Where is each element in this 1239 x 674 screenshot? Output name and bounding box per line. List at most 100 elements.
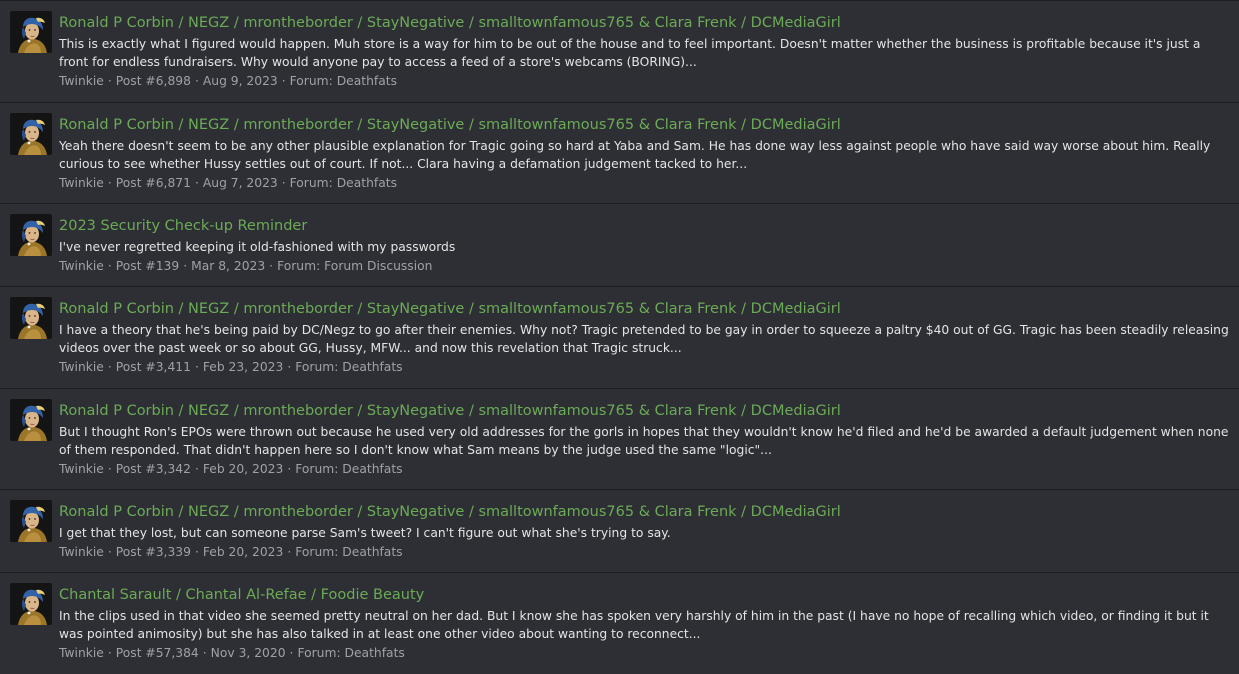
thread-title-link[interactable]: 2023 Security Check-up Reminder: [59, 216, 1233, 236]
thread-title-link[interactable]: Ronald P Corbin / NEGZ / mrontheborder /…: [59, 401, 1233, 421]
post-meta: Twinkie · Post #6,898 · Aug 9, 2023 · Forum: D…: [59, 72, 1233, 90]
avatar-icon[interactable]: [10, 500, 52, 542]
search-result: Ronald P Corbin / NEGZ / mrontheborder /…: [0, 1, 1239, 103]
separator: ·: [289, 646, 294, 660]
avatar-image: [10, 214, 52, 256]
thread-title-link[interactable]: Ronald P Corbin / NEGZ / mrontheborder /…: [59, 502, 1233, 522]
result-body: Chantal Sarault / Chantal Al-Refae / Foo…: [59, 585, 1233, 662]
avatar-image: [10, 399, 52, 441]
separator: ·: [107, 646, 112, 660]
author-link[interactable]: Twinkie: [59, 462, 104, 476]
post-number: Post #3,339: [115, 545, 191, 559]
post-number: Post #6,898: [115, 74, 191, 88]
forum-label: Forum:: [289, 176, 333, 190]
search-results-list: Ronald P Corbin / NEGZ / mrontheborder /…: [0, 0, 1239, 674]
post-date: Feb 20, 2023: [202, 545, 284, 559]
avatar-icon[interactable]: [10, 214, 52, 256]
forum-label: Forum:: [295, 462, 339, 476]
thread-title-link[interactable]: Ronald P Corbin / NEGZ / mrontheborder /…: [59, 115, 1233, 135]
post-meta: Twinkie · Post #6,871 · Aug 7, 2023 · Forum: D…: [59, 174, 1233, 192]
avatar-image: [10, 297, 52, 339]
separator: ·: [194, 462, 199, 476]
separator: ·: [107, 74, 112, 88]
post-number: Post #3,342: [115, 462, 191, 476]
avatar-image: [10, 113, 52, 155]
post-snippet: I've never regretted keeping it old-fash…: [59, 240, 456, 254]
thread-title-link[interactable]: Chantal Sarault / Chantal Al-Refae / Foo…: [59, 585, 1233, 605]
separator: ·: [107, 259, 112, 273]
author-link[interactable]: Twinkie: [59, 646, 104, 660]
forum-label: Forum:: [297, 646, 341, 660]
forum-label: Forum:: [295, 360, 339, 374]
post-snippet: In the clips used in that video she seem…: [59, 609, 1209, 641]
forum-link[interactable]: Deathfats: [342, 545, 402, 559]
result-body: Ronald P Corbin / NEGZ / mrontheborder /…: [59, 401, 1233, 478]
forum-label: Forum:: [277, 259, 321, 273]
post-meta: Twinkie · Post #3,411 · Feb 23, 2023 · Forum: …: [59, 358, 1233, 376]
thread-title-link[interactable]: Ronald P Corbin / NEGZ / mrontheborder /…: [59, 13, 1233, 33]
separator: ·: [107, 360, 112, 374]
post-date: Feb 20, 2023: [202, 462, 284, 476]
post-number: Post #57,384: [115, 646, 199, 660]
separator: ·: [107, 545, 112, 559]
post-date: Aug 7, 2023: [202, 176, 278, 190]
avatar-image: [10, 583, 52, 625]
separator: ·: [287, 360, 292, 374]
forum-link[interactable]: Deathfats: [337, 176, 397, 190]
search-result: Ronald P Corbin / NEGZ / mrontheborder /…: [0, 287, 1239, 389]
author-link[interactable]: Twinkie: [59, 360, 104, 374]
avatar-image: [10, 500, 52, 542]
post-snippet: Yeah there doesn't seem to be any other …: [59, 139, 1211, 171]
separator: ·: [281, 176, 286, 190]
avatar-image: [10, 11, 52, 53]
author-link[interactable]: Twinkie: [59, 74, 104, 88]
forum-label: Forum:: [289, 74, 333, 88]
post-date: Mar 8, 2023: [191, 259, 266, 273]
post-snippet: But I thought Ron's EPOs were thrown out…: [59, 425, 1229, 457]
post-number: Post #3,411: [115, 360, 191, 374]
separator: ·: [107, 176, 112, 190]
search-result: Ronald P Corbin / NEGZ / mrontheborder /…: [0, 490, 1239, 573]
post-meta: Twinkie · Post #57,384 · Nov 3, 2020 · Forum: …: [59, 644, 1233, 662]
author-link[interactable]: Twinkie: [59, 259, 104, 273]
post-date: Aug 9, 2023: [202, 74, 278, 88]
result-body: Ronald P Corbin / NEGZ / mrontheborder /…: [59, 299, 1233, 376]
result-body: 2023 Security Check-up Reminder I've nev…: [59, 216, 1233, 275]
avatar-icon[interactable]: [10, 11, 52, 53]
separator: ·: [107, 462, 112, 476]
post-meta: Twinkie · Post #3,342 · Feb 20, 2023 · Forum: …: [59, 460, 1233, 478]
result-body: Ronald P Corbin / NEGZ / mrontheborder /…: [59, 502, 1233, 561]
search-result: Chantal Sarault / Chantal Al-Refae / Foo…: [0, 573, 1239, 674]
post-number: Post #6,871: [115, 176, 191, 190]
post-meta: Twinkie · Post #3,339 · Feb 20, 2023 · Forum: …: [59, 543, 1233, 561]
post-snippet: I have a theory that he's being paid by …: [59, 323, 1229, 355]
search-result: 2023 Security Check-up Reminder I've nev…: [0, 204, 1239, 287]
forum-link[interactable]: Deathfats: [342, 360, 402, 374]
separator: ·: [194, 360, 199, 374]
avatar-icon[interactable]: [10, 113, 52, 155]
separator: ·: [281, 74, 286, 88]
post-meta: Twinkie · Post #139 · Mar 8, 2023 · Forum: For…: [59, 257, 1233, 275]
post-snippet: I get that they lost, but can someone pa…: [59, 526, 671, 540]
separator: ·: [194, 545, 199, 559]
separator: ·: [202, 646, 207, 660]
separator: ·: [183, 259, 188, 273]
author-link[interactable]: Twinkie: [59, 545, 104, 559]
avatar-icon[interactable]: [10, 399, 52, 441]
post-snippet: This is exactly what I figured would hap…: [59, 37, 1201, 69]
avatar-icon[interactable]: [10, 297, 52, 339]
author-link[interactable]: Twinkie: [59, 176, 104, 190]
post-date: Feb 23, 2023: [202, 360, 284, 374]
thread-title-link[interactable]: Ronald P Corbin / NEGZ / mrontheborder /…: [59, 299, 1233, 319]
forum-link[interactable]: Deathfats: [342, 462, 402, 476]
forum-label: Forum:: [295, 545, 339, 559]
separator: ·: [287, 545, 292, 559]
forum-link[interactable]: Deathfats: [345, 646, 405, 660]
search-result: Ronald P Corbin / NEGZ / mrontheborder /…: [0, 103, 1239, 204]
search-result: Ronald P Corbin / NEGZ / mrontheborder /…: [0, 389, 1239, 490]
forum-link[interactable]: Deathfats: [337, 74, 397, 88]
result-body: Ronald P Corbin / NEGZ / mrontheborder /…: [59, 115, 1233, 192]
forum-link[interactable]: Forum Discussion: [324, 259, 432, 273]
separator: ·: [194, 176, 199, 190]
avatar-icon[interactable]: [10, 583, 52, 625]
